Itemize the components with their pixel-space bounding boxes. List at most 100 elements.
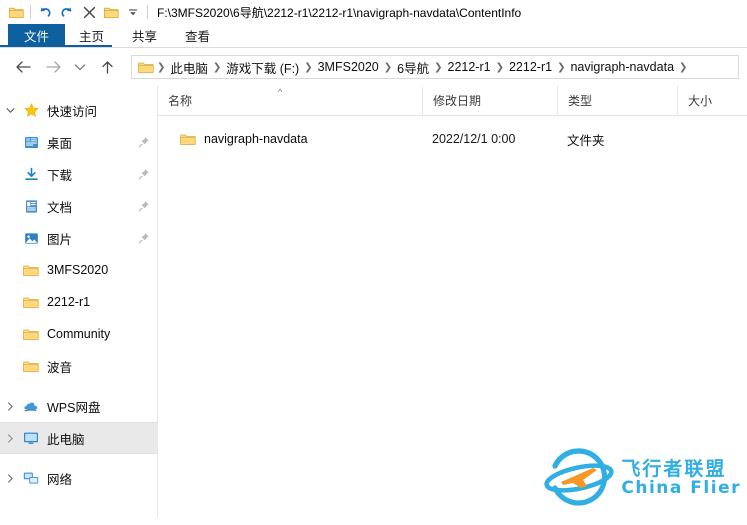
column-header-date[interactable]: 修改日期 (422, 85, 557, 116)
column-header-name[interactable]: 名称 ^ (158, 86, 422, 116)
file-list-pane: 名称 ^ 修改日期 类型 大小 navigraph-navdata 2022/1… (158, 85, 747, 517)
pin-icon[interactable] (137, 199, 151, 213)
breadcrumb-item-6[interactable]: navigraph-navdata (566, 60, 678, 74)
folder-icon (180, 133, 196, 146)
file-name-label: navigraph-navdata (204, 132, 308, 146)
breadcrumb-item-5[interactable]: 2212-r1 (505, 60, 556, 74)
toolbar-separator (30, 5, 31, 19)
sort-ascending-icon: ^ (278, 86, 283, 97)
sidebar-label-this-pc: 此电脑 (47, 432, 85, 447)
sidebar-item-pictures[interactable]: 图片 (0, 222, 157, 254)
ribbon-tabs: 文件 主页 共享 查看 (0, 24, 747, 47)
sidebar-item-3mfs2020[interactable]: 3MFS2020 (0, 254, 157, 286)
plane-orbit-logo-icon (543, 446, 615, 511)
breadcrumb-separator[interactable]: ❯ (303, 62, 313, 73)
navigation-pane: 快速访问 桌面 下载 文档 图片 3MFS2020 2212-r1 Commun… (0, 86, 158, 517)
sidebar-item-quick-access[interactable]: 快速访问 (0, 94, 157, 126)
address-bar[interactable]: ❯ 此电脑 ❯ 游戏下载 (F:) ❯ 3MFS2020 ❯ 6导航 ❯ 221… (131, 55, 739, 79)
tab-share[interactable]: 共享 (118, 24, 171, 47)
back-button[interactable] (8, 52, 38, 82)
breadcrumb-item-3[interactable]: 6导航 (393, 58, 433, 77)
tab-file[interactable]: 文件 (8, 24, 66, 47)
sidebar-label-pictures: 图片 (47, 232, 73, 247)
sidebar-item-this-pc[interactable]: 此电脑 (0, 422, 157, 454)
pin-icon[interactable] (137, 135, 151, 149)
computer-icon (20, 428, 42, 448)
sidebar-item-wps-cloud[interactable]: WPS网盘 (0, 390, 157, 422)
new-folder-icon[interactable] (100, 2, 122, 22)
cloud-icon (20, 396, 42, 416)
explorer-icon[interactable] (5, 2, 27, 22)
folder-icon (20, 292, 42, 312)
column-header-name-label: 名称 (168, 94, 193, 108)
breadcrumb-separator[interactable]: ❯ (212, 62, 222, 73)
breadcrumb-separator[interactable]: ❯ (156, 62, 166, 73)
folder-icon (20, 324, 42, 344)
breadcrumb-item-4[interactable]: 2212-r1 (444, 60, 495, 74)
breadcrumb-separator[interactable]: ❯ (678, 62, 688, 73)
sidebar-item-documents[interactable]: 文档 (0, 190, 157, 222)
redo-icon[interactable] (56, 2, 78, 22)
folder-icon (20, 260, 42, 280)
sidebar-item-desktop[interactable]: 桌面 (0, 126, 157, 158)
sidebar-item-network[interactable]: 网络 (0, 462, 157, 494)
watermark-cn-label: 飞行者联盟 (621, 457, 727, 480)
undo-icon[interactable] (34, 2, 56, 22)
breadcrumb-item-2[interactable]: 3MFS2020 (314, 60, 383, 74)
watermark-en-label: China Flier (621, 477, 741, 498)
column-header-date-label: 修改日期 (433, 94, 482, 108)
sidebar-label-2212-r1: 2212-r1 (47, 295, 91, 309)
folder-icon (20, 356, 42, 376)
sidebar-label-downloads: 下载 (47, 168, 73, 183)
network-icon (20, 468, 42, 488)
chevron-right-icon[interactable] (0, 433, 20, 443)
explorer-body: 快速访问 桌面 下载 文档 图片 3MFS2020 2212-r1 Commun… (0, 85, 747, 517)
sidebar-item-downloads[interactable]: 下载 (0, 158, 157, 190)
sidebar-label-3mfs2020: 3MFS2020 (47, 263, 109, 277)
file-type-cell: 文件夹 (567, 133, 605, 148)
sidebar-label-documents: 文档 (47, 200, 73, 215)
sidebar-label-boeing: 波音 (47, 360, 73, 375)
chevron-down-icon[interactable] (0, 107, 20, 114)
watermark-text: 飞行者联盟 China Flier (621, 457, 741, 498)
breadcrumb-separator[interactable]: ❯ (556, 62, 566, 73)
sidebar-item-boeing[interactable]: 波音 (0, 350, 157, 382)
tab-home[interactable]: 主页 (65, 24, 118, 47)
sidebar-label-desktop: 桌面 (47, 136, 73, 151)
customize-dropdown-icon[interactable] (122, 2, 144, 22)
breadcrumb-separator[interactable]: ❯ (495, 62, 505, 73)
chevron-right-icon[interactable] (0, 401, 20, 411)
recent-locations-chevron-down-icon[interactable] (68, 52, 92, 82)
breadcrumb-separator[interactable]: ❯ (383, 62, 393, 73)
column-header-size-label: 大小 (688, 94, 713, 108)
window-title-path: F:\3MFS2020\6导航\2212-r1\2212-r1\navigrap… (157, 5, 522, 20)
file-size-cell (677, 124, 745, 154)
sidebar-item-2212-r1[interactable]: 2212-r1 (0, 286, 157, 318)
column-headers: 名称 ^ 修改日期 类型 大小 (158, 85, 747, 116)
navigation-bar: ❯ 此电脑 ❯ 游戏下载 (F:) ❯ 3MFS2020 ❯ 6导航 ❯ 221… (0, 48, 747, 86)
delete-icon[interactable] (78, 2, 100, 22)
breadcrumb-separator[interactable]: ❯ (433, 62, 443, 73)
pictures-icon (20, 228, 42, 248)
address-folder-icon[interactable] (136, 61, 156, 74)
pin-icon[interactable] (137, 231, 151, 245)
file-name-cell[interactable]: navigraph-navdata (158, 124, 422, 154)
file-explorer-window: F:\3MFS2020\6导航\2212-r1\2212-r1\navigrap… (0, 0, 747, 525)
tab-view[interactable]: 查看 (171, 24, 224, 47)
breadcrumb-item-0[interactable]: 此电脑 (166, 58, 212, 77)
column-header-size[interactable]: 大小 (677, 85, 745, 116)
chevron-right-icon[interactable] (0, 473, 20, 483)
pin-icon[interactable] (137, 167, 151, 181)
table-row[interactable]: navigraph-navdata 2022/12/1 0:00 文件夹 (158, 124, 747, 154)
up-button[interactable] (92, 52, 122, 82)
breadcrumb-item-1[interactable]: 游戏下载 (F:) (222, 58, 303, 77)
sidebar-label-quick-access: 快速访问 (47, 104, 98, 119)
sidebar-label-community: Community (47, 327, 111, 341)
toolbar-separator-2 (147, 5, 148, 19)
sidebar-item-community[interactable]: Community (0, 318, 157, 350)
column-header-type[interactable]: 类型 (557, 85, 677, 116)
sidebar-label-wps-cloud: WPS网盘 (47, 400, 101, 415)
star-icon (20, 100, 42, 120)
title-bar: F:\3MFS2020\6导航\2212-r1\2212-r1\navigrap… (0, 0, 747, 24)
forward-button[interactable] (38, 52, 68, 82)
